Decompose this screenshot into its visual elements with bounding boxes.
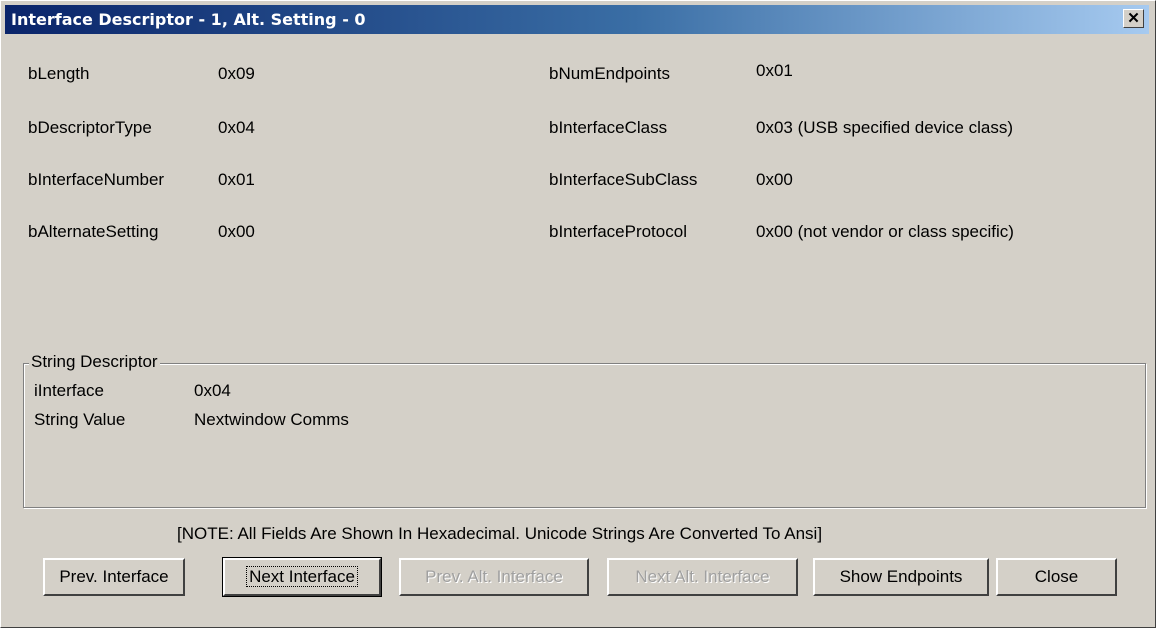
next-interface-label: Next Interface <box>246 566 358 587</box>
field-value-blength: 0x09 <box>218 64 255 83</box>
field-value-balternatesetting: 0x00 <box>218 222 255 241</box>
close-icon[interactable]: ✕ <box>1123 9 1144 28</box>
field-value-bnumendpoints: 0x01 <box>756 61 793 80</box>
prev-interface-button[interactable]: Prev. Interface <box>43 558 185 596</box>
next-alt-interface-button[interactable]: Next Alt. Interface <box>607 558 798 596</box>
string-field-value-string-value: Nextwindow Comms <box>194 410 349 429</box>
field-name-binterfacesubclass: bInterfaceSubClass <box>549 170 698 189</box>
field-value-bdescriptortype: 0x04 <box>218 118 255 137</box>
string-descriptor-group <box>23 363 1146 508</box>
window-title: Interface Descriptor - 1, Alt. Setting -… <box>11 10 366 29</box>
note-text: [NOTE: All Fields Are Shown In Hexadecim… <box>177 524 823 543</box>
prev-alt-interface-button[interactable]: Prev. Alt. Interface <box>399 558 589 596</box>
field-name-balternatesetting: bAlternateSetting <box>28 222 159 241</box>
field-name-bdescriptortype: bDescriptorType <box>28 118 152 137</box>
field-name-bnumendpoints: bNumEndpoints <box>549 64 670 83</box>
field-name-binterfaceclass: bInterfaceClass <box>549 118 668 137</box>
string-field-name-string-value: String Value <box>34 410 126 429</box>
field-value-binterfacenumber: 0x01 <box>218 170 255 189</box>
close-button[interactable]: Close <box>996 558 1117 596</box>
field-name-binterfaceprotocol: bInterfaceProtocol <box>549 222 687 241</box>
field-value-binterfacesubclass: 0x00 <box>756 170 793 189</box>
show-endpoints-button[interactable]: Show Endpoints <box>813 558 989 596</box>
field-name-binterfacenumber: bInterfaceNumber <box>28 170 165 189</box>
title-bar[interactable]: Interface Descriptor - 1, Alt. Setting -… <box>5 5 1149 34</box>
field-name-blength: bLength <box>28 64 90 83</box>
string-field-name-iinterface: iInterface <box>34 381 104 400</box>
field-value-binterfaceclass: 0x03 (USB specified device class) <box>756 118 1014 137</box>
string-descriptor-title: String Descriptor <box>29 352 160 372</box>
string-field-value-iinterface: 0x04 <box>194 381 231 400</box>
field-value-binterfaceprotocol: 0x00 (not vendor or class specific) <box>756 222 1014 241</box>
next-interface-button[interactable]: Next Interface <box>222 557 382 597</box>
dialog-window: Interface Descriptor - 1, Alt. Setting -… <box>0 0 1156 628</box>
